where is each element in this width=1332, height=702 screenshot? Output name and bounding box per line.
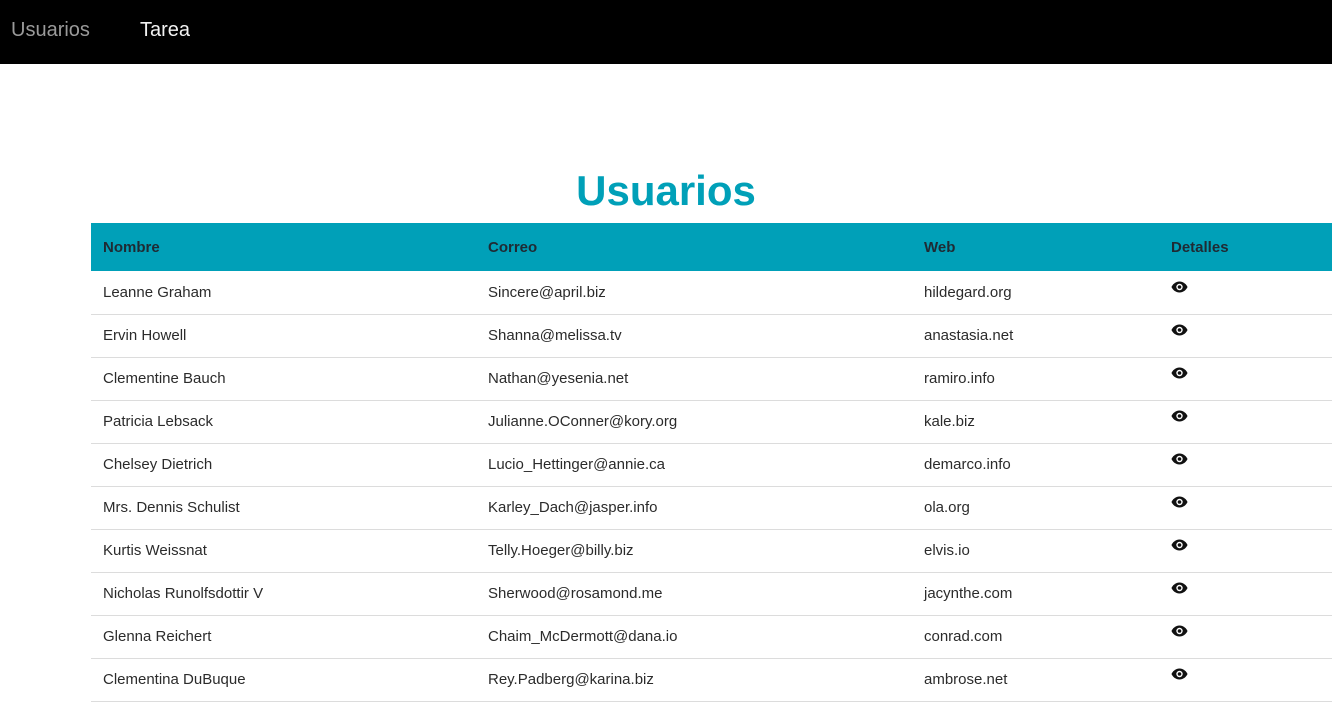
cell-email: Julianne.OConner@kory.org xyxy=(488,413,678,430)
cell-name: Leanne Graham xyxy=(103,283,212,301)
table-row: Glenna Reichert Chaim_McDermott@dana.io … xyxy=(91,615,1332,658)
table-header-row: Nombre Correo Web Detalles xyxy=(91,223,1332,271)
table-row: Chelsey Dietrich Lucio_Hettinger@annie.c… xyxy=(91,443,1332,486)
cell-web: anastasia.net xyxy=(924,327,1014,344)
table-row: Leanne Graham Sincere@april.biz hildegar… xyxy=(91,271,1332,314)
cell-web: ambrose.net xyxy=(924,671,1008,688)
eye-icon[interactable] xyxy=(1171,539,1188,551)
table-row: Clementina DuBuque Rey.Padberg@karina.bi… xyxy=(91,658,1332,701)
users-table-container: Nombre Correo Web Detalles Leanne Graham… xyxy=(91,223,1332,702)
cell-email: Telly.Hoeger@billy.biz xyxy=(488,542,634,559)
eye-icon[interactable] xyxy=(1171,453,1188,465)
nav-link-usuarios[interactable]: Usuarios xyxy=(11,0,90,60)
cell-web: demarco.info xyxy=(924,456,1011,473)
cell-name: Mrs. Dennis Schulist xyxy=(103,499,240,516)
eye-icon[interactable] xyxy=(1171,281,1188,293)
cell-email: Sherwood@rosamond.me xyxy=(488,585,663,602)
cell-email: Shanna@melissa.tv xyxy=(488,327,622,344)
cell-email: Sincere@april.biz xyxy=(488,283,606,301)
cell-name: Kurtis Weissnat xyxy=(103,542,207,559)
table-row: Clementine Bauch Nathan@yesenia.net rami… xyxy=(91,357,1332,400)
table-row: Nicholas Runolfsdottir V Sherwood@rosamo… xyxy=(91,572,1332,615)
cell-name: Chelsey Dietrich xyxy=(103,456,213,473)
table-row: Patricia Lebsack Julianne.OConner@kory.o… xyxy=(91,400,1332,443)
column-header-web: Web xyxy=(924,238,956,256)
cell-name: Clementina DuBuque xyxy=(103,671,246,688)
cell-email: Chaim_McDermott@dana.io xyxy=(488,628,678,645)
cell-details xyxy=(1159,572,1332,615)
cell-details xyxy=(1159,357,1332,400)
column-header-correo: Correo xyxy=(488,238,538,256)
cell-web: kale.biz xyxy=(924,413,975,430)
cell-name: Ervin Howell xyxy=(103,327,187,344)
cell-details xyxy=(1159,529,1332,572)
cell-web: elvis.io xyxy=(924,542,970,559)
cell-name: Nicholas Runolfsdottir V xyxy=(103,585,264,602)
users-table: Nombre Correo Web Detalles Leanne Graham… xyxy=(91,223,1332,702)
cell-details xyxy=(1159,271,1332,314)
page-title: Usuarios xyxy=(576,167,756,214)
column-header-detalles: Detalles xyxy=(1171,238,1229,256)
eye-icon[interactable] xyxy=(1171,582,1188,594)
top-navbar: Usuarios Tarea xyxy=(0,0,1332,64)
cell-web: conrad.com xyxy=(924,628,1003,645)
cell-email: Nathan@yesenia.net xyxy=(488,370,629,387)
eye-icon[interactable] xyxy=(1171,668,1188,680)
cell-details xyxy=(1159,400,1332,443)
eye-icon[interactable] xyxy=(1171,324,1188,336)
table-row: Ervin Howell Shanna@melissa.tv anastasia… xyxy=(91,314,1332,357)
table-row: Kurtis Weissnat Telly.Hoeger@billy.biz e… xyxy=(91,529,1332,572)
cell-web: hildegard.org xyxy=(924,283,1012,301)
cell-details xyxy=(1159,658,1332,701)
eye-icon[interactable] xyxy=(1171,410,1188,422)
cell-details xyxy=(1159,486,1332,529)
cell-web: ola.org xyxy=(924,499,970,516)
column-header-nombre: Nombre xyxy=(103,238,160,256)
nav-link-tarea[interactable]: Tarea xyxy=(140,0,190,60)
cell-details xyxy=(1159,615,1332,658)
cell-email: Karley_Dach@jasper.info xyxy=(488,499,658,516)
cell-email: Lucio_Hettinger@annie.ca xyxy=(488,456,666,473)
eye-icon[interactable] xyxy=(1171,625,1188,637)
eye-icon[interactable] xyxy=(1171,367,1188,379)
cell-web: jacynthe.com xyxy=(924,585,1013,602)
cell-name: Patricia Lebsack xyxy=(103,413,214,430)
cell-details xyxy=(1159,443,1332,486)
cell-email: Rey.Padberg@karina.biz xyxy=(488,671,654,688)
table-header: Nombre Correo Web Detalles xyxy=(91,223,1332,271)
cell-name: Glenna Reichert xyxy=(103,628,212,645)
eye-icon[interactable] xyxy=(1171,496,1188,508)
cell-web: ramiro.info xyxy=(924,370,995,387)
table-body: Leanne Graham Sincere@april.biz hildegar… xyxy=(91,271,1332,701)
table-row: Mrs. Dennis Schulist Karley_Dach@jasper.… xyxy=(91,486,1332,529)
cell-name: Clementine Bauch xyxy=(103,370,226,387)
cell-details xyxy=(1159,314,1332,357)
